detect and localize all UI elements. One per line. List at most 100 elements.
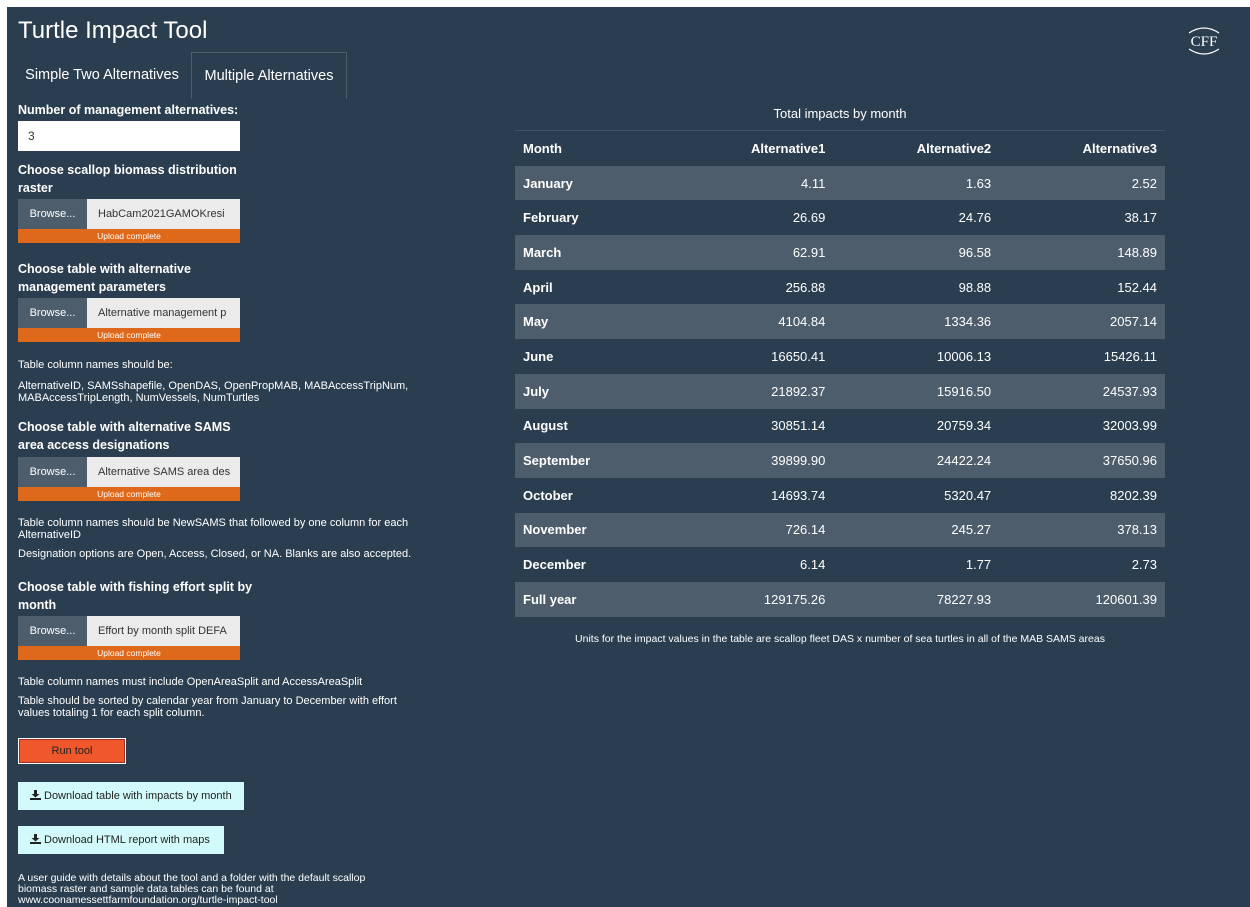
month-cell: August: [523, 418, 568, 434]
impact-value-cell: 120601.39: [999, 581, 1165, 617]
sams-help-text: Table column names should be NewSAMS tha…: [18, 517, 413, 560]
impacts-table-body: January 4.11 1.63 2.52 February 26.69 24.76 38.…: [515, 165, 1165, 617]
params-browse-button[interactable]: Browse...: [18, 298, 87, 328]
impact-value-cell: 37650.96: [999, 443, 1165, 478]
month-cell: January: [515, 165, 668, 201]
table-header-row: Month Alternative1 Alternative2 Alternat…: [515, 131, 1165, 166]
impact-value-cell: 4.11: [667, 165, 834, 201]
table-row: March 62.91 96.58 148.89: [515, 235, 1165, 270]
impact-value-cell: 6.14: [800, 557, 826, 573]
table-row: September 39899.90 24422.24 37650.96: [515, 443, 1165, 478]
impact-value-cell: 2.73: [1131, 557, 1157, 573]
impact-value-cell: 245.27: [833, 512, 1000, 548]
impact-value-cell: 20759.34: [936, 418, 992, 434]
month-cell: February: [523, 210, 579, 226]
impact-value-cell: 15916.50: [833, 373, 1000, 409]
raster-browse-button[interactable]: Browse...: [18, 199, 87, 229]
params-label-line1: Choose table with alternative: [18, 262, 191, 276]
month-cell: June: [523, 348, 554, 364]
sams-file-input: Browse... Alternative SAMS area des: [18, 457, 240, 487]
month-cell: May: [515, 304, 668, 340]
download-table-button[interactable]: Download table with impacts by month: [18, 782, 244, 810]
params-help-line1: Table column names should be:: [18, 359, 173, 371]
impact-value-cell: 78227.93: [833, 581, 1000, 617]
impact-value-cell: 21892.37: [667, 373, 834, 409]
column-header-alternative1: Alternative1: [750, 140, 826, 156]
raster-filename[interactable]: HabCam2021GAMOKresi: [87, 199, 240, 229]
month-cell: July: [515, 373, 668, 409]
impacts-table: Month Alternative1 Alternative2 Alternat…: [515, 131, 1165, 617]
effort-help-line3: values totaling 1 for each split column.: [18, 707, 205, 719]
params-help-text: Table column names should be: Alternativ…: [18, 359, 413, 404]
table-row: May 4104.84 1334.36 2057.14: [515, 304, 1165, 340]
download-table-label: Download table with impacts by month: [44, 790, 232, 802]
params-file-input: Browse... Alternative management p: [18, 298, 240, 328]
table-row: November 726.14 245.27 378.13: [515, 512, 1165, 548]
effort-browse-button[interactable]: Browse...: [18, 616, 87, 646]
download-icon: [30, 834, 41, 844]
tab-bar: Simple Two Alternatives Multiple Alterna…: [7, 52, 507, 100]
logo-text: CFF: [1191, 34, 1218, 50]
effort-label-line2: month: [18, 598, 57, 612]
impact-value-cell: 14693.74: [771, 487, 826, 503]
sams-label-line1: Choose table with alternative SAMS: [18, 420, 231, 434]
run-tool-button[interactable]: Run tool: [18, 738, 126, 764]
impacts-table-title: Total impacts by month: [773, 106, 907, 121]
effort-help-line1: Table column names must include OpenArea…: [18, 676, 363, 688]
num-alternatives-input[interactable]: 3: [18, 121, 240, 151]
effort-upload-progress: Upload complete: [18, 646, 240, 660]
impact-value-cell: 2057.14: [999, 304, 1165, 340]
params-label: Choose table with alternative management…: [18, 260, 191, 296]
table-row: January 4.11 1.63 2.52: [515, 165, 1165, 201]
table-row: October 14693.74 5320.47 8202.39: [515, 478, 1165, 513]
month-cell: April: [523, 279, 553, 295]
units-note: Units for the impact values in the table…: [575, 633, 1105, 645]
download-report-button[interactable]: Download HTML report with maps: [18, 826, 224, 854]
column-header-alternative2: Alternative2: [916, 140, 992, 156]
user-guide-note: A user guide with details about the tool…: [18, 873, 413, 906]
impact-value-cell: 10006.13: [936, 348, 992, 364]
params-filename[interactable]: Alternative management p: [87, 298, 240, 328]
tab-multiple-alternatives[interactable]: Multiple Alternatives: [191, 52, 347, 99]
impact-value-cell: 129175.26: [667, 581, 834, 617]
effort-help-text: Table column names must include OpenArea…: [18, 676, 413, 719]
sams-filename[interactable]: Alternative SAMS area des: [87, 457, 240, 487]
impact-value-cell: 4104.84: [667, 304, 834, 340]
impact-value-cell: 1.77: [965, 557, 992, 573]
month-cell: December: [523, 557, 586, 573]
raster-file-input: Browse... HabCam2021GAMOKresi: [18, 199, 240, 229]
footer-line3: www.coonamessettfarmfoundation.org/turtl…: [18, 894, 278, 906]
params-upload-progress: Upload complete: [18, 328, 240, 342]
impact-value-cell: 24.76: [958, 210, 992, 226]
effort-filename[interactable]: Effort by month split DEFA: [87, 616, 240, 646]
column-header-month: Month: [523, 140, 562, 156]
impact-value-cell: 726.14: [667, 512, 834, 548]
month-cell: November: [515, 512, 668, 548]
impact-value-cell: 1.63: [833, 165, 1000, 201]
impact-value-cell: 24422.24: [833, 443, 1000, 478]
impact-value-cell: 256.88: [785, 279, 826, 295]
impact-value-cell: 26.69: [792, 210, 826, 226]
table-row: June 16650.41 10006.13 15426.11: [515, 339, 1165, 374]
download-report-label: Download HTML report with maps: [44, 834, 210, 846]
params-help-line2: AlternativeID, SAMSshapefile, OpenDAS, O…: [18, 380, 409, 392]
table-row: December 6.14 1.77 2.73: [515, 547, 1165, 582]
impact-value-cell: 38.17: [1124, 210, 1157, 226]
cff-logo: CFF: [1188, 27, 1220, 55]
sams-browse-button[interactable]: Browse...: [18, 457, 87, 487]
raster-upload-progress: Upload complete: [18, 229, 240, 243]
impact-value-cell: 5320.47: [944, 487, 992, 503]
impact-value-cell: 16650.41: [771, 348, 826, 364]
impact-value-cell: 30851.14: [771, 418, 826, 434]
raster-label: Choose scallop biomass distribution rast…: [18, 161, 237, 197]
month-cell: Full year: [515, 581, 668, 617]
params-label-line2: management parameters: [18, 280, 166, 294]
table-row: February 26.69 24.76 38.17: [515, 200, 1165, 235]
month-cell: March: [515, 235, 668, 270]
impact-value-cell: 148.89: [999, 235, 1165, 270]
sams-label: Choose table with alternative SAMS area …: [18, 418, 231, 454]
month-cell: October: [523, 487, 573, 503]
table-row: July 21892.37 15916.50 24537.93: [515, 373, 1165, 409]
tab-simple-two-alternatives[interactable]: Simple Two Alternatives: [17, 52, 187, 98]
sams-help-line1: Table column names should be NewSAMS tha…: [18, 517, 409, 529]
